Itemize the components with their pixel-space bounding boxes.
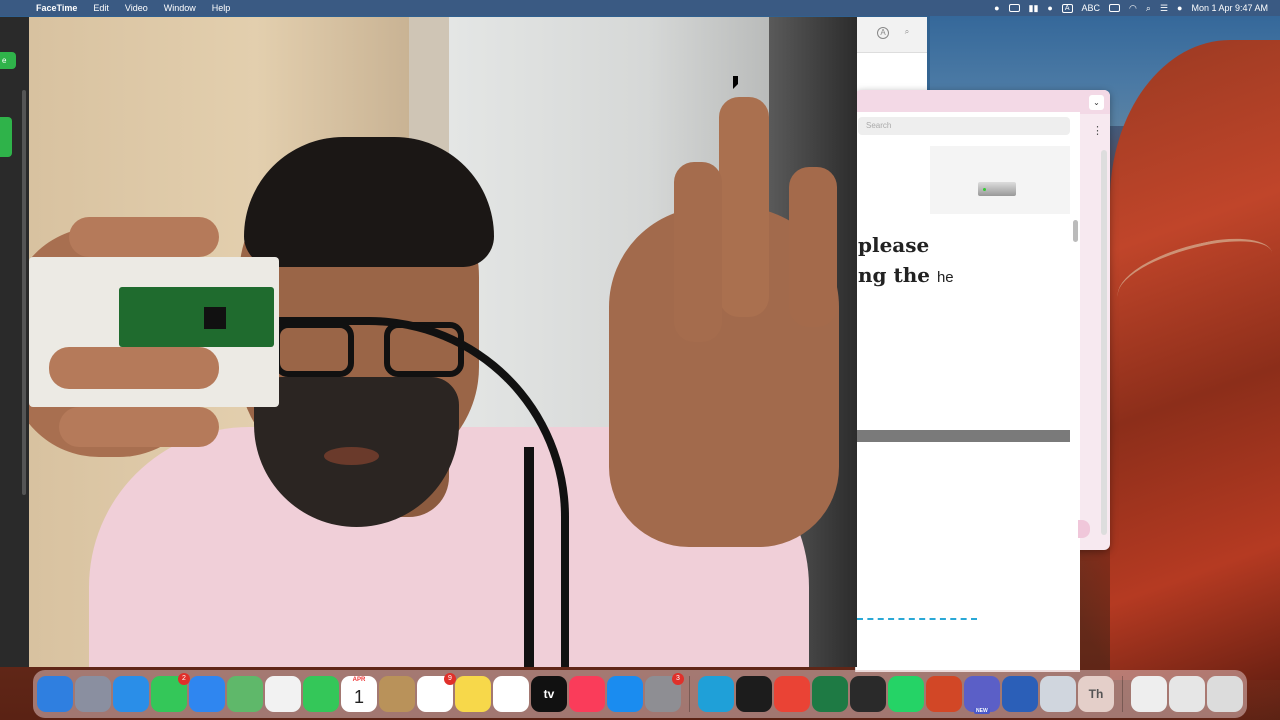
gray-divider: [857, 430, 1070, 442]
control-center-icon[interactable]: ☰: [1160, 3, 1168, 14]
bars-status-icon[interactable]: ▮▮: [1029, 3, 1039, 14]
new-tag: NEW: [974, 708, 990, 714]
powerpoint-icon[interactable]: [926, 676, 962, 712]
calendar-month: APR: [352, 677, 366, 683]
edge-icon[interactable]: [698, 676, 734, 712]
photos-icon[interactable]: [265, 676, 301, 712]
menu-datetime[interactable]: Mon 1 Apr 9:47 AM: [1191, 3, 1268, 13]
usb-drive-icon[interactable]: [1131, 676, 1167, 712]
wifi-icon[interactable]: ◠: [1129, 3, 1137, 14]
green-button[interactable]: e: [0, 52, 16, 69]
user-status-icon[interactable]: ●: [1047, 3, 1052, 13]
menu-help[interactable]: Help: [204, 3, 239, 13]
whatsapp-icon[interactable]: [888, 676, 924, 712]
thumbnail-panel: [930, 146, 1070, 214]
mail-icon[interactable]: [189, 676, 225, 712]
settings-icon[interactable]: 3: [645, 673, 684, 712]
dashed-line: [857, 618, 977, 620]
hard-drive-icon: [978, 182, 1016, 196]
menu-bar: FaceTime Edit Video Window Help ● ▮▮ ● A…: [0, 0, 1280, 16]
document-text-line1: please: [858, 233, 930, 257]
chrome-icon[interactable]: [774, 676, 810, 712]
dock-separator: [689, 676, 690, 712]
facetime-icon[interactable]: [303, 676, 339, 712]
siri-icon[interactable]: ●: [1177, 3, 1182, 13]
search-input[interactable]: Search: [858, 117, 1070, 135]
launchpad-icon[interactable]: [75, 676, 111, 712]
notes-icon[interactable]: [455, 676, 491, 712]
trash-icon[interactable]: [1207, 676, 1243, 712]
menu-app-name[interactable]: FaceTime: [28, 3, 85, 13]
wallpaper-hill: [1110, 40, 1280, 680]
menu-video[interactable]: Video: [117, 3, 156, 13]
document-text-small: he: [936, 269, 954, 286]
microcontroller-board: [119, 287, 274, 347]
pink-window-titlebar: ⌄: [855, 90, 1110, 114]
document-text-bold: ng the: [858, 263, 930, 287]
notification-badge: 3: [672, 673, 684, 685]
app-store-icon[interactable]: [607, 676, 643, 712]
mouse-cursor-icon: [733, 76, 738, 89]
document-text-line2: ng the he: [858, 263, 954, 287]
more-options-icon[interactable]: ⋮: [1092, 124, 1103, 137]
safari-icon[interactable]: [113, 676, 149, 712]
search-icon[interactable]: ⌕: [1146, 3, 1151, 14]
status-area: ● ▮▮ ● A ABC ◠ ⌕ ☰ ● Mon 1 Apr 9:47 AM: [994, 3, 1280, 14]
teams-icon[interactable]: NEW: [964, 676, 1000, 714]
right-finger-3: [789, 167, 837, 327]
terminal-icon[interactable]: [736, 676, 772, 712]
contacts-icon[interactable]: [379, 676, 415, 712]
word-icon[interactable]: [1002, 676, 1038, 712]
input-source-label[interactable]: ABC: [1082, 3, 1101, 13]
chevron-down-icon[interactable]: ⌄: [1089, 95, 1104, 110]
thonny-icon[interactable]: Th: [1078, 676, 1114, 712]
green-indicator[interactable]: [0, 117, 12, 157]
menu-edit[interactable]: Edit: [85, 3, 117, 13]
maps-icon[interactable]: [227, 676, 263, 712]
browser-toolbar: A ⌕: [855, 17, 927, 53]
compass-icon[interactable]: A: [877, 27, 889, 39]
freeform-icon[interactable]: [493, 676, 529, 712]
right-finger-2: [674, 162, 722, 342]
left-scrollbar[interactable]: [22, 90, 26, 495]
quicktime-icon[interactable]: [850, 676, 886, 712]
search-icon[interactable]: ⌕: [901, 27, 913, 39]
record-icon[interactable]: ●: [994, 3, 999, 13]
usb-cable-lower: [524, 447, 534, 667]
music-icon[interactable]: [569, 676, 605, 712]
microcontroller-chip: [204, 307, 226, 329]
edit-status-icon[interactable]: [1008, 4, 1020, 12]
battery-icon[interactable]: [1109, 4, 1121, 12]
dock: 2 APR 1 9 tv 3 NEW Th: [33, 670, 1247, 718]
left-finger: [59, 407, 219, 447]
left-index-finger: [69, 217, 219, 257]
facetime-video[interactable]: [29, 17, 857, 667]
reminders-icon[interactable]: 9: [417, 673, 456, 712]
calendar-day: 1: [353, 686, 364, 707]
dock-separator: [1122, 676, 1123, 712]
messages-icon[interactable]: 2: [151, 673, 190, 712]
preview-icon[interactable]: [1040, 676, 1076, 712]
right-finger-1: [719, 97, 769, 317]
excel-icon[interactable]: [812, 676, 848, 712]
menu-window[interactable]: Window: [156, 3, 204, 13]
calendar-icon[interactable]: APR 1: [341, 676, 377, 712]
dock-item-label: Th: [1088, 687, 1104, 701]
dock-item-label: tv: [543, 687, 555, 701]
tv-icon[interactable]: tv: [531, 676, 567, 712]
disk-icon[interactable]: [1169, 676, 1205, 712]
document-scrollbar[interactable]: [1101, 150, 1107, 535]
finder-icon[interactable]: [37, 676, 73, 712]
left-thumb: [49, 347, 219, 389]
input-source-icon[interactable]: A: [1061, 3, 1073, 13]
document-scroll-thumb[interactable]: [1073, 220, 1078, 242]
